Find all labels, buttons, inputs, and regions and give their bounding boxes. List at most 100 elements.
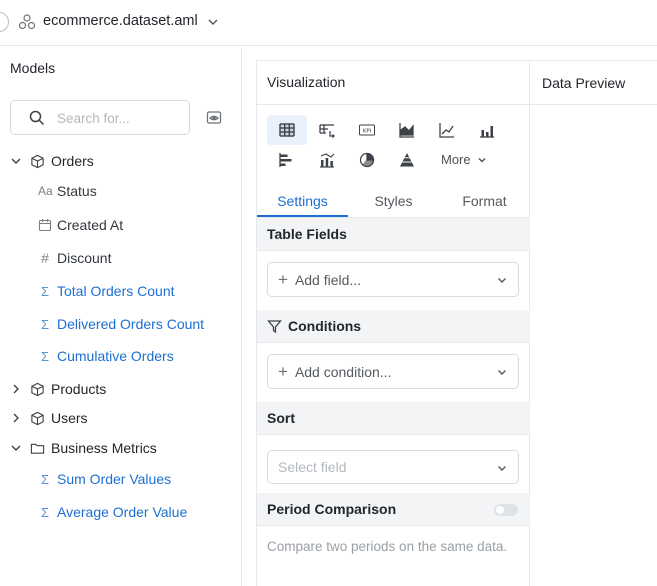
period-comparison-header: Period Comparison xyxy=(257,493,530,526)
viz-type-kpi[interactable]: KPI xyxy=(347,115,387,145)
tree-item-label: Total Orders Count xyxy=(57,283,175,299)
tree-item-label: Business Metrics xyxy=(51,440,157,456)
sigma-icon: Σ xyxy=(40,504,50,520)
chevron-down-icon[interactable] xyxy=(10,155,22,167)
pyramid-chart-icon xyxy=(400,153,414,167)
cube-icon xyxy=(31,382,44,396)
models-panel: Models Orders Aa Status Created At # Dis… xyxy=(0,47,242,586)
back-button[interactable] xyxy=(0,12,9,32)
chevron-down-icon[interactable] xyxy=(10,442,22,454)
tree-field-status[interactable]: Aa Status xyxy=(38,180,97,202)
viz-type-pyramid[interactable] xyxy=(387,145,427,175)
combo-chart-icon xyxy=(320,153,335,168)
chevron-down-icon[interactable] xyxy=(206,15,220,29)
sigma-icon: Σ xyxy=(40,283,50,299)
pivot-table-icon xyxy=(319,124,335,138)
tree-item-label: Average Order Value xyxy=(57,504,188,520)
tab-settings[interactable]: Settings xyxy=(257,193,348,209)
table-fields-header: Table Fields xyxy=(257,218,530,251)
chevron-right-icon[interactable] xyxy=(10,383,22,395)
tree-item-label: Status xyxy=(57,183,97,199)
data-preview-title: Data Preview xyxy=(542,75,626,91)
tree-measure-sum-order-values[interactable]: Σ Sum Order Values xyxy=(38,468,171,490)
more-label: More xyxy=(441,152,471,167)
data-preview-panel: Data Preview xyxy=(530,60,657,586)
viz-type-column[interactable] xyxy=(467,115,507,145)
section-title: Conditions xyxy=(288,318,362,334)
tree-model-users[interactable]: Users xyxy=(10,407,88,429)
add-field-select[interactable]: + Add field... xyxy=(267,262,519,297)
tree-model-orders[interactable]: Orders xyxy=(10,150,94,172)
horizontal-bar-icon xyxy=(279,153,292,167)
line-chart-icon xyxy=(439,123,454,138)
folder-icon xyxy=(30,443,45,454)
tree-item-label: Created At xyxy=(57,217,124,233)
section-title: Table Fields xyxy=(267,226,347,242)
viz-type-area[interactable] xyxy=(387,115,427,145)
tree-item-label: Cumulative Orders xyxy=(57,348,174,364)
viz-type-pivot[interactable] xyxy=(307,115,347,145)
divider xyxy=(530,104,657,105)
sigma-icon: Σ xyxy=(40,471,50,487)
visualization-title: Visualization xyxy=(267,74,346,90)
tree-field-discount[interactable]: # Discount xyxy=(38,247,111,269)
kpi-icon-text: KPI xyxy=(363,128,372,134)
tree-item-label: Discount xyxy=(57,250,112,266)
period-comparison-helper: Compare two periods on the same data. xyxy=(267,539,508,554)
visibility-toggle-icon[interactable] xyxy=(206,110,222,126)
filter-icon xyxy=(267,319,282,333)
sort-placeholder: Select field xyxy=(278,459,347,475)
viz-tabs: Settings Styles Format xyxy=(257,186,530,218)
chevron-down-icon xyxy=(498,278,506,283)
calendar-icon xyxy=(38,219,52,232)
kpi-icon: KPI xyxy=(359,124,375,136)
cube-icon xyxy=(31,154,44,168)
viz-type-bar[interactable] xyxy=(267,145,307,175)
tree-item-label: Orders xyxy=(51,153,94,169)
tree-model-products[interactable]: Products xyxy=(10,378,106,400)
dataset-icon xyxy=(18,14,36,30)
dataset-title[interactable]: ecommerce.dataset.aml xyxy=(43,13,198,29)
text-type-icon: Aa xyxy=(38,184,53,198)
number-type-icon: # xyxy=(41,250,49,266)
tab-format[interactable]: Format xyxy=(439,193,530,209)
chevron-down-icon xyxy=(498,370,506,375)
tree-item-label: Products xyxy=(51,381,107,397)
search-box[interactable] xyxy=(10,100,190,135)
add-condition-label: Add condition... xyxy=(294,363,392,380)
cube-icon xyxy=(31,411,44,425)
tree-measure-average-order-value[interactable]: Σ Average Order Value xyxy=(38,501,187,523)
search-icon xyxy=(29,110,45,126)
more-viz-types-button[interactable]: More xyxy=(441,152,487,167)
section-title: Sort xyxy=(267,410,295,426)
sigma-icon: Σ xyxy=(40,316,50,332)
top-bar: ecommerce.dataset.aml xyxy=(0,0,657,46)
sigma-icon: Σ xyxy=(40,348,50,364)
tree-item-label: Users xyxy=(51,410,88,426)
bar-chart-icon xyxy=(480,126,494,138)
tree-measure-cumulative-orders[interactable]: Σ Cumulative Orders xyxy=(38,345,174,367)
chevron-down-icon xyxy=(478,157,486,162)
tree-measure-delivered-orders-count[interactable]: Σ Delivered Orders Count xyxy=(38,313,204,335)
viz-type-line[interactable] xyxy=(427,115,467,145)
section-title: Period Comparison xyxy=(267,501,397,517)
viz-type-pie[interactable] xyxy=(347,145,387,175)
add-condition-select[interactable]: + Add condition... xyxy=(267,354,519,389)
viz-type-combo[interactable] xyxy=(307,145,347,175)
tab-styles[interactable]: Styles xyxy=(348,193,439,209)
tree-measure-total-orders-count[interactable]: Σ Total Orders Count xyxy=(38,280,175,302)
plus-icon: + xyxy=(278,270,288,289)
search-input[interactable] xyxy=(57,108,182,128)
tree-item-label: Delivered Orders Count xyxy=(57,316,205,332)
chevron-right-icon[interactable] xyxy=(10,412,22,424)
tree-field-created-at[interactable]: Created At xyxy=(38,214,123,236)
table-icon xyxy=(279,123,295,137)
plus-icon: + xyxy=(278,362,288,381)
viz-type-table[interactable] xyxy=(267,115,307,145)
conditions-header: Conditions xyxy=(257,310,530,343)
period-comparison-toggle[interactable] xyxy=(494,504,518,516)
sort-field-select[interactable]: Select field xyxy=(267,450,519,484)
tree-folder-business-metrics[interactable]: Business Metrics xyxy=(10,437,157,459)
pie-chart-icon xyxy=(359,152,375,168)
tree-item-label: Sum Order Values xyxy=(57,471,172,487)
